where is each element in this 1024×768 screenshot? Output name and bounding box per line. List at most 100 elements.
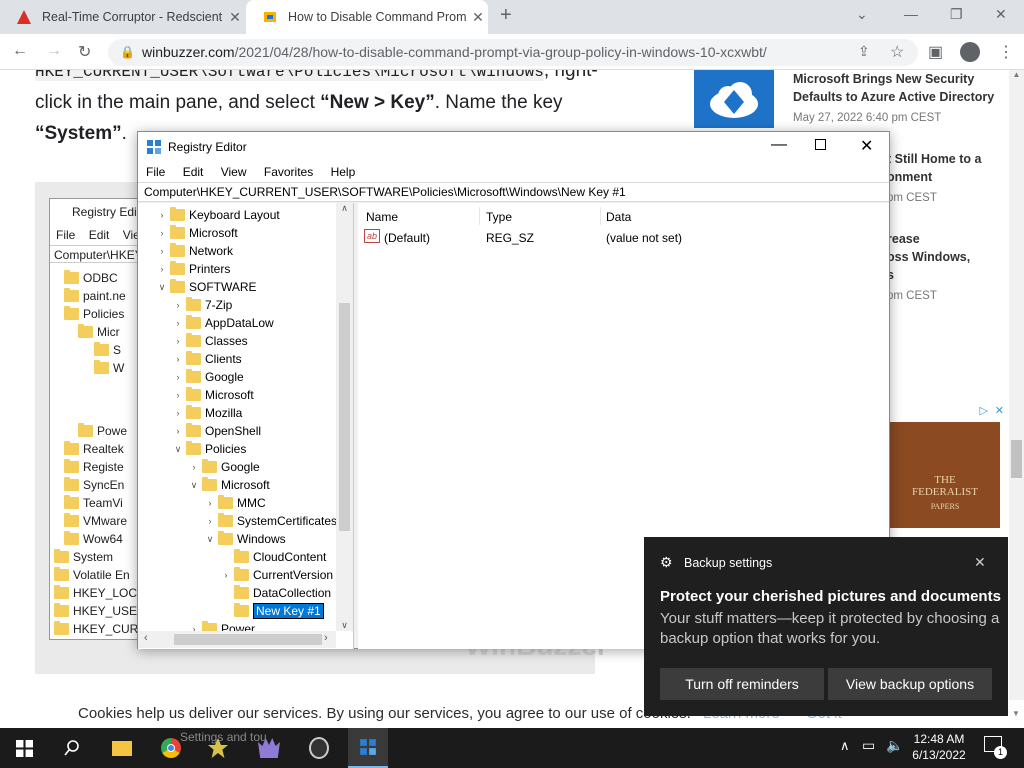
tree-node[interactable]: › MMC (202, 494, 266, 512)
view-backup-options-button[interactable]: View backup options (828, 668, 992, 700)
tree-node[interactable]: › Google (186, 458, 260, 476)
chevron-right-icon[interactable]: › (218, 570, 234, 580)
maximize-icon[interactable] (815, 139, 826, 150)
forward-icon[interactable]: → (46, 42, 62, 60)
tree-node[interactable]: › Clients (170, 350, 242, 368)
scroll-down-icon[interactable]: ∨ (336, 620, 353, 631)
tree-node[interactable]: CloudContent (218, 548, 326, 566)
minimize-icon[interactable]: — (771, 136, 787, 154)
chevron-right-icon[interactable]: › (170, 408, 186, 418)
search-icon[interactable] (58, 734, 86, 762)
tree-node[interactable]: ∨ Microsoft (186, 476, 270, 494)
menu-help[interactable]: Help (331, 165, 356, 179)
ad-choices-icon[interactable]: ▷ (980, 404, 988, 417)
scroll-up-icon[interactable]: ∧ (336, 203, 353, 214)
chevron-right-icon[interactable]: › (186, 462, 202, 472)
news-item[interactable]: rease oss Windows, s pm CEST (887, 230, 970, 305)
share-icon[interactable]: ⇪ (858, 43, 870, 60)
tree-node[interactable]: › 7-Zip (170, 296, 232, 314)
tree-node[interactable]: ∨ Windows (202, 530, 286, 548)
news-title[interactable]: s (887, 266, 970, 284)
chevron-down-icon[interactable]: ∨ (186, 480, 202, 491)
chevron-up-icon[interactable]: ∧ (840, 738, 850, 754)
news-title[interactable]: Defaults to Azure Active Directory (793, 88, 994, 106)
app-badge-icon[interactable] (305, 734, 333, 762)
ad-banner[interactable]: ▷ ✕ THE FEDERALIST PAPERS (890, 404, 1008, 528)
menu-view[interactable]: View (221, 165, 247, 179)
chevron-down-icon[interactable]: ∨ (154, 282, 170, 293)
chevron-right-icon[interactable]: › (170, 372, 186, 382)
clock[interactable]: 12:48 AM 6/13/2022 (904, 731, 974, 763)
side-panel-icon[interactable]: ▣ (928, 42, 943, 62)
tree-scroll-thumb[interactable] (339, 303, 350, 531)
chevron-right-icon[interactable]: › (170, 426, 186, 436)
turn-off-reminders-button[interactable]: Turn off reminders (660, 668, 824, 700)
chevron-right-icon[interactable]: › (154, 228, 170, 238)
tree-node[interactable]: DataCollection (218, 584, 331, 602)
chevron-right-icon[interactable]: › (170, 318, 186, 328)
scroll-up-icon[interactable]: ▲ (1009, 70, 1024, 79)
tree-node[interactable]: ∨ Policies (170, 440, 246, 458)
tree-node[interactable]: ∨ SOFTWARE (154, 278, 257, 296)
column-type[interactable]: Type (486, 210, 512, 224)
news-title[interactable]: rease (887, 230, 970, 248)
tree-node[interactable]: › Mozilla (170, 404, 242, 422)
column-data[interactable]: Data (606, 210, 631, 224)
tab-winbuzzer[interactable]: How to Disable Command Prom ✕ (246, 0, 488, 34)
tree-vscrollbar[interactable]: ∧ ∨ (336, 203, 353, 631)
menu-edit[interactable]: Edit (183, 165, 204, 179)
tree-node[interactable]: › OpenShell (170, 422, 261, 440)
scroll-right-icon[interactable]: › (324, 632, 328, 644)
tree-node[interactable]: › SystemCertificates (202, 512, 337, 530)
tree-node[interactable]: › Google (170, 368, 244, 386)
menu-kebab-icon[interactable]: ⋮ (998, 42, 1014, 62)
chevron-right-icon[interactable]: › (154, 210, 170, 220)
regedit-taskbar-icon[interactable] (348, 728, 388, 768)
close-window-icon[interactable]: ✕ (995, 6, 1007, 23)
tree-node[interactable]: New Key #1 (218, 602, 324, 620)
chevron-right-icon[interactable]: › (170, 300, 186, 310)
chevron-down-icon[interactable]: ∨ (170, 444, 186, 455)
back-icon[interactable]: ← (12, 42, 28, 60)
tree-node[interactable]: › Printers (154, 260, 230, 278)
regedit-address-bar[interactable]: Computer\HKEY_CURRENT_USER\SOFTWARE\Poli… (138, 182, 889, 202)
chevron-right-icon[interactable]: › (170, 336, 186, 346)
chevron-right-icon[interactable]: › (154, 264, 170, 274)
chevron-down-icon[interactable]: ∨ (202, 534, 218, 545)
tree-hscroll-thumb[interactable] (174, 634, 322, 645)
scroll-thumb[interactable] (1011, 440, 1022, 478)
tree-node[interactable]: › CurrentVersion (218, 566, 333, 584)
tree-node[interactable]: › Microsoft (154, 224, 238, 242)
news-item[interactable]: Microsoft Brings New Security Defaults t… (793, 70, 994, 127)
column-divider[interactable] (479, 207, 480, 225)
chevron-right-icon[interactable]: › (170, 354, 186, 364)
chrome-icon[interactable] (157, 734, 185, 762)
column-name[interactable]: Name (366, 210, 398, 224)
page-scroll-down-icon[interactable]: ▼ (1012, 700, 1020, 728)
profile-avatar-icon[interactable] (960, 42, 980, 62)
tree-node[interactable]: › Network (154, 242, 233, 260)
bookmark-star-icon[interactable]: ☆ (890, 42, 904, 62)
rename-input[interactable]: New Key #1 (253, 603, 324, 619)
news-title[interactable]: oss Windows, (887, 248, 970, 266)
news-title[interactable]: onment (887, 168, 981, 186)
news-title[interactable]: t Still Home to a (887, 150, 981, 168)
tab-redscient[interactable]: Real-Time Corruptor - Redscient ✕ (0, 0, 245, 34)
start-windows-icon[interactable] (10, 734, 38, 762)
close-tab-icon[interactable]: ✕ (468, 9, 488, 26)
ad-close-icon[interactable]: ✕ (995, 404, 1004, 417)
news-item[interactable]: t Still Home to a onment pm CEST (887, 150, 981, 207)
chevron-right-icon[interactable]: › (154, 246, 170, 256)
reload-icon[interactable]: ↻ (78, 42, 91, 62)
menu-file[interactable]: File (146, 165, 165, 179)
news-title[interactable]: Microsoft Brings New Security (793, 70, 994, 88)
tree-node[interactable]: › Microsoft (170, 386, 254, 404)
volume-icon[interactable]: 🔈 (886, 737, 903, 754)
app-monster-icon[interactable] (255, 734, 283, 762)
network-icon[interactable]: ▭ (862, 737, 875, 754)
tree-node[interactable]: › AppDataLow (170, 314, 274, 332)
tree-node[interactable]: › Keyboard Layout (154, 206, 280, 224)
tree-node[interactable]: › Classes (170, 332, 248, 350)
chevron-right-icon[interactable]: › (170, 390, 186, 400)
menu-favorites[interactable]: Favorites (264, 165, 313, 179)
